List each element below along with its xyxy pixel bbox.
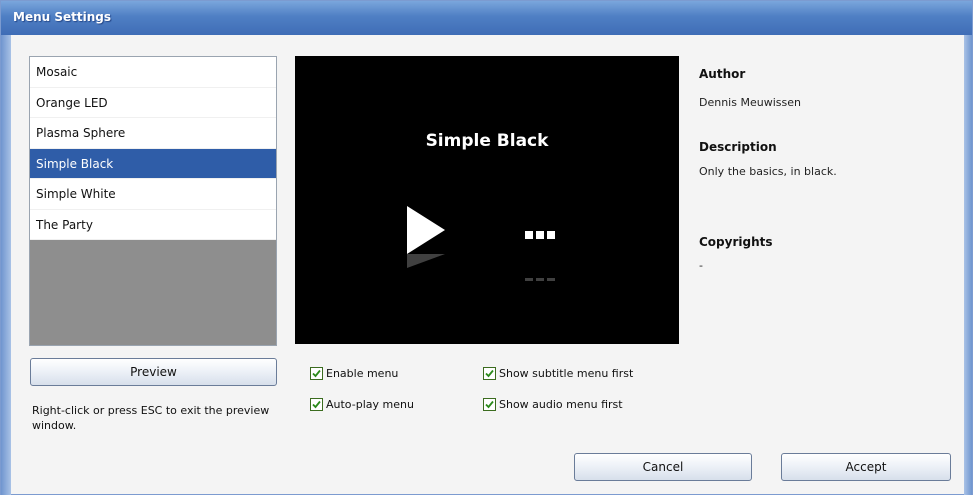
enable-menu-label: Enable menu (326, 367, 399, 380)
checkmark-icon (485, 400, 494, 409)
accept-button[interactable]: Accept (781, 453, 951, 481)
preview-button[interactable]: Preview (30, 358, 277, 386)
checkmark-icon (485, 369, 494, 378)
author-value: Dennis Meuwissen (699, 96, 801, 109)
preview-hint-text: Right-click or press ESC to exit the pre… (32, 404, 270, 432)
checkmark-icon (312, 400, 321, 409)
window-frame-left (1, 35, 11, 495)
auto-play-menu-option[interactable]: Auto-play menu (310, 398, 414, 411)
show-subtitle-menu-first-option[interactable]: Show subtitle menu first (483, 367, 633, 380)
window-frame-right (964, 35, 972, 495)
checkmark-icon (312, 369, 321, 378)
preview-menu-title: Simple Black (425, 131, 549, 151)
menu-preview-pane: Simple Black (295, 56, 679, 344)
window-title: Menu Settings (13, 10, 111, 24)
play-icon-reflection (407, 254, 445, 268)
cancel-button[interactable]: Cancel (574, 453, 752, 481)
more-dots-reflection (525, 270, 558, 284)
show-audio-menu-first-label: Show audio menu first (499, 398, 623, 411)
show-audio-menu-first-option[interactable]: Show audio menu first (483, 398, 623, 411)
title-bar[interactable]: Menu Settings (1, 1, 972, 35)
description-heading: Description (699, 140, 777, 154)
enable-menu-option[interactable]: Enable menu (310, 367, 398, 380)
menu-settings-window: Menu Settings Mosaic Orange LED Plasma S… (0, 0, 973, 495)
list-item-simple-black[interactable]: Simple Black (30, 148, 276, 179)
auto-play-menu-label: Auto-play menu (326, 398, 414, 411)
menu-theme-list[interactable]: Mosaic Orange LED Plasma Sphere Simple B… (29, 56, 277, 346)
author-heading: Author (699, 67, 746, 81)
more-dots-icon (525, 228, 558, 242)
copyrights-value: - (699, 259, 703, 272)
list-item-the-party[interactable]: The Party (30, 209, 276, 240)
list-item-mosaic[interactable]: Mosaic (30, 57, 276, 88)
list-item-orange-led[interactable]: Orange LED (30, 87, 276, 118)
enable-menu-checkbox[interactable] (310, 367, 323, 380)
show-audio-menu-first-checkbox[interactable] (483, 398, 496, 411)
description-value: Only the basics, in black. (699, 165, 837, 178)
list-item-plasma-sphere[interactable]: Plasma Sphere (30, 118, 276, 149)
copyrights-heading: Copyrights (699, 235, 773, 249)
show-subtitle-menu-first-label: Show subtitle menu first (499, 367, 634, 380)
list-item-simple-white[interactable]: Simple White (30, 179, 276, 210)
auto-play-menu-checkbox[interactable] (310, 398, 323, 411)
show-subtitle-menu-first-checkbox[interactable] (483, 367, 496, 380)
play-icon (407, 206, 445, 254)
